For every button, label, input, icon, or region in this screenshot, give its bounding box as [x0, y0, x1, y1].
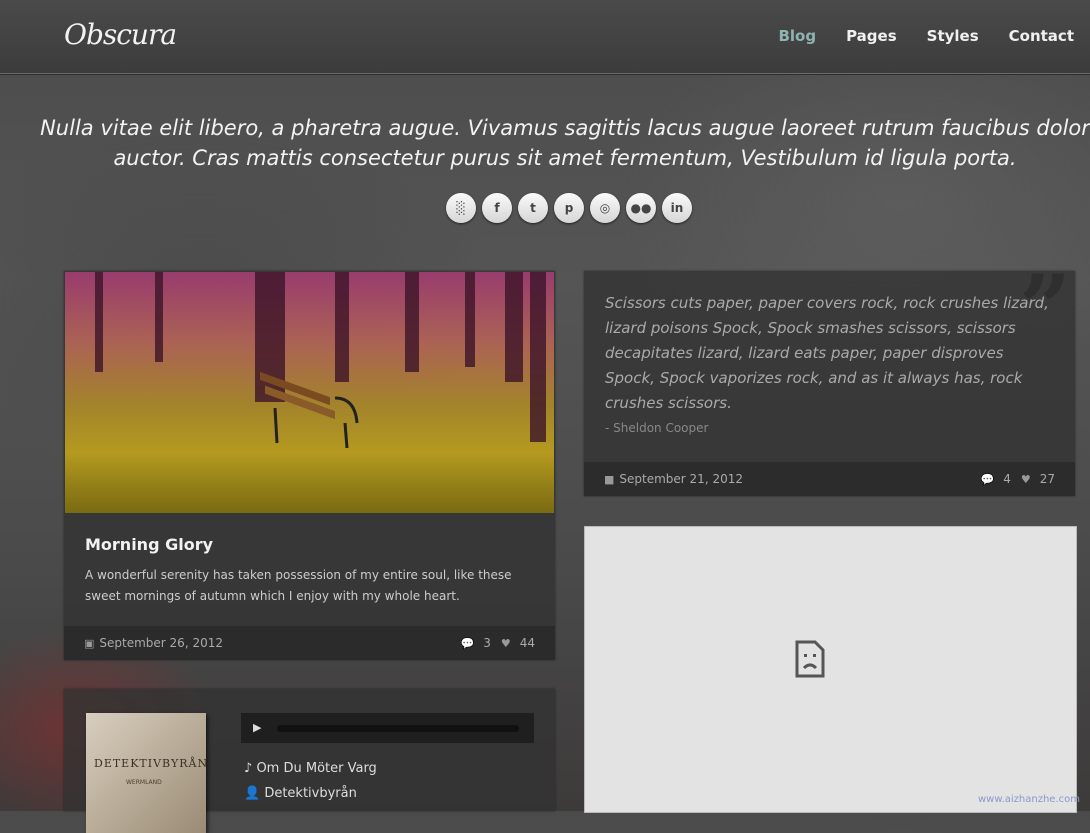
tree-shape: [530, 272, 546, 442]
artist-name: Detektivbyrån: [264, 786, 357, 801]
tree-shape: [465, 272, 475, 367]
nav-contact[interactable]: Contact: [1009, 27, 1074, 45]
quote-footer: ■ September 21, 2012 💬 4 ♥ 27: [584, 462, 1075, 496]
quote-author: - Sheldon Cooper: [605, 421, 709, 435]
site-header: Obscura Blog Pages Styles Contact: [0, 0, 1090, 74]
progress-track[interactable]: [277, 725, 519, 732]
dribbble-icon[interactable]: ◎: [590, 193, 620, 223]
main-nav: Blog Pages Styles Contact: [748, 27, 1074, 45]
user-icon: 👤: [244, 786, 265, 801]
post-date[interactable]: September 26, 2012: [99, 636, 223, 650]
nav-styles[interactable]: Styles: [927, 27, 979, 45]
album-title: DETEKTIVBYRÅN: [94, 757, 209, 770]
watermark-text: www.aizhanzhe.com: [977, 794, 1080, 805]
flickr-icon[interactable]: ●●: [626, 193, 656, 223]
quote-date[interactable]: September 21, 2012: [619, 472, 743, 486]
artist-line: 👤 Detektivbyrån: [244, 786, 357, 801]
post-title[interactable]: Morning Glory: [85, 535, 213, 554]
song-title: Om Du Möter Varg: [256, 761, 377, 776]
tree-shape: [505, 272, 523, 382]
heart-icon: ♥: [500, 636, 511, 650]
like-count[interactable]: 27: [1040, 472, 1055, 486]
comment-icon: 💬: [980, 472, 995, 486]
pinterest-icon[interactable]: p: [554, 193, 584, 223]
hero-tagline: Nulla vitae elit libero, a pharetra augu…: [40, 116, 1090, 170]
album-subtitle: WERMLAND: [126, 779, 162, 786]
post-image[interactable]: [65, 272, 554, 513]
like-count[interactable]: 44: [520, 636, 535, 650]
image-icon: ▣: [84, 636, 95, 650]
audio-player: ▶: [241, 713, 534, 743]
nav-pages[interactable]: Pages: [846, 27, 897, 45]
nav-blog[interactable]: Blog: [778, 27, 816, 45]
post-excerpt: A wonderful serenity has taken possessio…: [85, 568, 512, 603]
tree-shape: [155, 272, 163, 362]
song-line: ♪ Om Du Möter Varg: [244, 761, 377, 776]
post-footer: ▣ September 26, 2012 💬 3 ♥ 44: [64, 626, 555, 660]
tree-shape: [405, 272, 419, 372]
quote-text: Scissors cuts paper, paper covers rock, …: [605, 294, 1049, 412]
comment-count[interactable]: 4: [1003, 472, 1011, 486]
quote-card: ” Scissors cuts paper, paper covers rock…: [584, 263, 1075, 496]
music-note-icon: ♪: [244, 761, 257, 776]
site-logo[interactable]: Obscura: [64, 18, 177, 51]
broken-page-icon: [795, 640, 825, 678]
bench-illustration: [260, 371, 359, 448]
social-links: ░ f t p ◎ ●● in: [446, 193, 698, 223]
play-icon[interactable]: ▶: [253, 721, 261, 734]
comment-icon: 💬: [460, 636, 475, 650]
facebook-icon[interactable]: f: [482, 193, 512, 223]
tree-shape: [335, 272, 349, 382]
post-card-morning-glory: Morning Glory A wonderful serenity has t…: [64, 271, 555, 660]
broken-embed: [584, 526, 1077, 813]
linkedin-icon[interactable]: in: [662, 193, 692, 223]
album-cover[interactable]: DETEKTIVBYRÅN WERMLAND: [86, 713, 209, 833]
quote-icon: ■: [604, 472, 615, 486]
heart-icon: ♥: [1020, 472, 1031, 486]
tree-shape: [95, 272, 103, 372]
audio-post-card: DETEKTIVBYRÅN WERMLAND ▶ ♪ Om Du Möter V…: [64, 689, 555, 833]
comment-count[interactable]: 3: [483, 636, 491, 650]
twitter-icon[interactable]: t: [518, 193, 548, 223]
rss-icon[interactable]: ░: [446, 193, 476, 223]
